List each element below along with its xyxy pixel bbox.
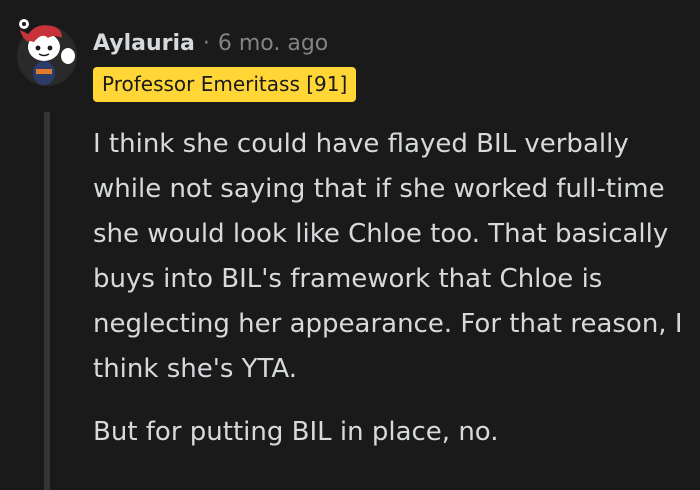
comment-timestamp[interactable]: 6 mo. ago [218,31,328,56]
snoo-avatar-icon [17,19,77,86]
thread-collapse-line[interactable] [44,112,50,490]
user-flair: Professor Emeritass [91] [93,67,357,102]
user-avatar[interactable] [14,12,80,88]
comment-paragraph: I think she could have flayed BIL verbal… [93,129,683,384]
comment-meta: Aylauria · 6 mo. ago [93,27,328,59]
comment-body: I think she could have flayed BIL verbal… [93,122,688,473]
comment-author[interactable]: Aylauria [93,31,195,56]
meta-separator: · [202,30,210,56]
comment-paragraph: But for putting BIL in place, no. [93,417,499,447]
comment: Aylauria · 6 mo. ago Professor Emeritass… [0,0,700,490]
